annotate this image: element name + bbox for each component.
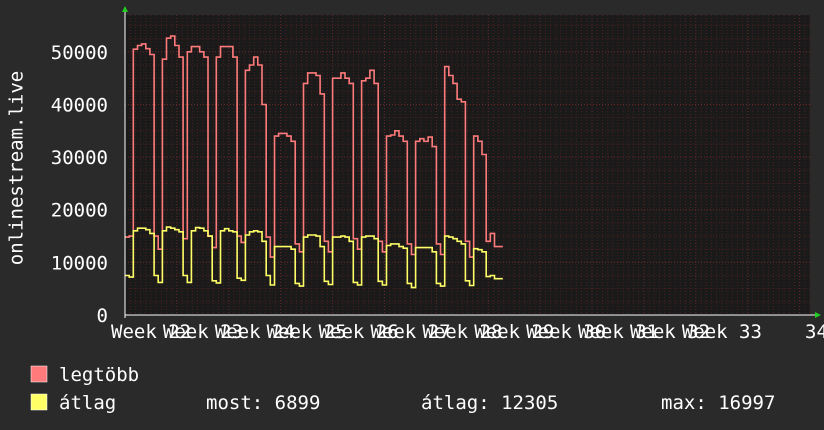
legend-label-max: legtöbb bbox=[59, 364, 139, 386]
x-tick-label: Week 33 bbox=[682, 321, 762, 343]
y-tick-label: 30000 bbox=[51, 147, 108, 169]
legend-label-avg: átlag bbox=[59, 392, 116, 414]
y-tick-label: 40000 bbox=[51, 94, 108, 116]
y-tick-label: 20000 bbox=[51, 200, 108, 222]
legend-stat-max: max: 16997 bbox=[661, 392, 775, 414]
legend-stat-most: most: 6899 bbox=[206, 392, 320, 414]
legend-stat-atlag: átlag: 12305 bbox=[421, 392, 558, 414]
legend-swatch-max bbox=[30, 365, 48, 383]
y-axis-label: onlinestream.live bbox=[6, 71, 28, 265]
legend-swatch-avg bbox=[30, 393, 48, 411]
chart: 0 10000 20000 30000 40000 50000 Week 22Week 2… bbox=[0, 0, 824, 430]
x-tick-labels: Week 22Week 23Week 24Week 25Week 26Week … bbox=[111, 321, 824, 343]
y-tick-label: 50000 bbox=[51, 42, 108, 64]
y-tick-label: 0 bbox=[97, 305, 108, 327]
x-tick-label: 34 bbox=[805, 321, 824, 343]
y-tick-label: 10000 bbox=[51, 252, 108, 274]
